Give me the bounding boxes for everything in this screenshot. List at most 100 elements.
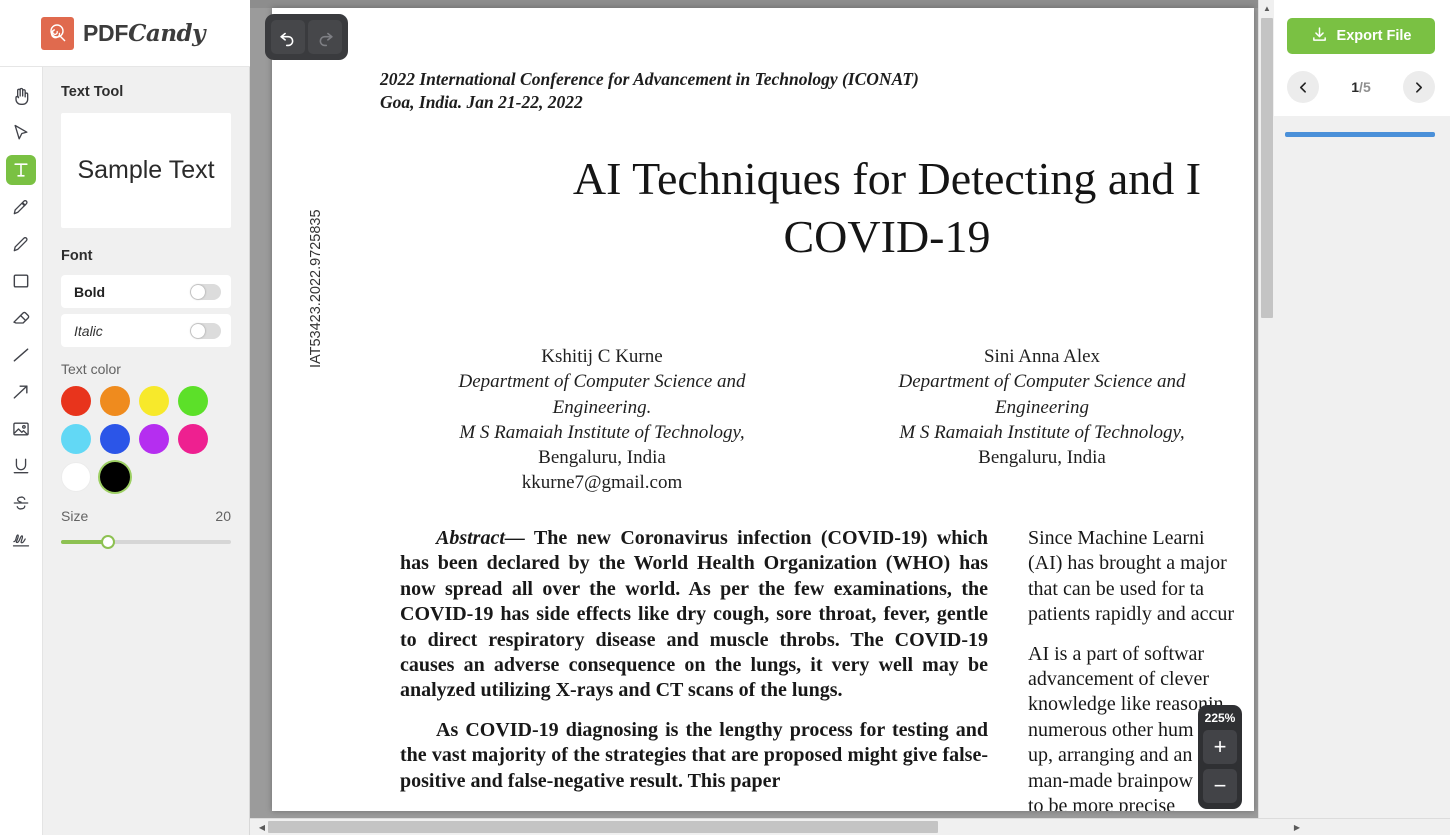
app-title: PDFCandy xyxy=(83,20,205,47)
right-column-line: (AI) has brought a major xyxy=(1028,552,1227,575)
size-slider[interactable] xyxy=(61,535,231,549)
tool-arrow[interactable] xyxy=(6,377,36,407)
color-swatch-orange[interactable] xyxy=(100,386,130,416)
zoom-level-value: 225% xyxy=(1204,711,1236,725)
document-viewport[interactable]: IAT53423.2022.9725835 2022 International… xyxy=(250,0,1274,835)
right-column-line: that can be used for ta xyxy=(1028,577,1205,600)
bold-label: Bold xyxy=(74,283,106,300)
color-swatch-cyan[interactable] xyxy=(61,424,91,454)
left-paragraph-2: As COVID-19 diagnosing is the lengthy pr… xyxy=(400,718,988,792)
right-panel: Export File 1/5 xyxy=(1274,0,1450,835)
tool-hand[interactable] xyxy=(6,81,36,111)
export-file-button[interactable]: Export File xyxy=(1287,18,1435,54)
size-value: 20 xyxy=(215,508,231,524)
sample-text-preview: Sample Text xyxy=(61,113,231,228)
author-2: Sini Anna Alex Department of Computer Sc… xyxy=(822,344,1254,496)
current-page-number: 1 xyxy=(1351,79,1360,95)
author-1: Kshitij C Kurne Department of Computer S… xyxy=(382,344,822,496)
tool-strikethrough[interactable] xyxy=(6,488,36,518)
pdf-page[interactable]: IAT53423.2022.9725835 2022 International… xyxy=(272,8,1254,811)
doi-sidetext: IAT53423.2022.9725835 xyxy=(308,209,324,368)
vertical-scroll-thumb[interactable] xyxy=(1261,18,1273,318)
color-swatch-grid xyxy=(61,386,231,492)
right-column-line: patients rapidly and accur xyxy=(1028,603,1235,626)
tool-image[interactable] xyxy=(6,414,36,444)
prev-page-button[interactable] xyxy=(1287,71,1319,103)
author-2-name: Sini Anna Alex xyxy=(983,346,1101,367)
column-left: Abstract— The new Coronavirus infection … xyxy=(400,526,988,811)
right-column-line: Since Machine Learni xyxy=(1028,527,1205,549)
tool-text[interactable] xyxy=(6,155,36,185)
slider-knob[interactable] xyxy=(100,535,115,549)
bold-toggle-row[interactable]: Bold xyxy=(61,275,231,308)
right-column-paragraph: Since Machine Learni (AI) has brought a m… xyxy=(1028,526,1254,628)
author-1-city: Bengaluru, India xyxy=(538,447,666,469)
scroll-up-arrow-icon[interactable]: ▲ xyxy=(1259,0,1274,16)
author-1-email: kkurne7@gmail.com xyxy=(521,472,683,494)
redo-button[interactable] xyxy=(308,20,343,54)
scroll-right-arrow-icon[interactable]: ▶ xyxy=(1289,819,1305,835)
tool-line[interactable] xyxy=(6,340,36,370)
zoom-in-button[interactable]: + xyxy=(1203,730,1237,764)
undo-redo-bar xyxy=(265,14,348,60)
color-swatch-blue[interactable] xyxy=(100,424,130,454)
tool-select[interactable] xyxy=(6,118,36,148)
body-columns: Abstract— The new Coronavirus infection … xyxy=(400,526,1254,811)
lollipop-icon xyxy=(41,16,74,50)
tool-highlighter[interactable] xyxy=(6,192,36,222)
color-swatch-red[interactable] xyxy=(61,386,91,416)
page-navigator: 1/5 xyxy=(1287,66,1435,108)
app-logo-bar: PDFCandy xyxy=(0,0,250,67)
paper-title-line-2: COVID-19 xyxy=(783,210,991,262)
viewport-top-strip xyxy=(250,0,1274,8)
abstract-paragraph: Abstract— The new Coronavirus infection … xyxy=(400,526,988,704)
brand-bold: PDF xyxy=(83,19,129,46)
author-2-institute: M S Ramaiah Institute of Technology, xyxy=(899,421,1185,443)
total-page-number: 5 xyxy=(1362,79,1371,95)
author-1-dept-1: Department of Computer Science and xyxy=(458,371,746,393)
italic-toggle-row[interactable]: Italic xyxy=(61,314,231,347)
conference-line-2: Goa, India. Jan 21-22, 2022 xyxy=(380,92,583,113)
color-swatch-magenta[interactable] xyxy=(178,424,208,454)
author-2-dept-1: Department of Computer Science and xyxy=(898,371,1186,393)
tool-eraser[interactable] xyxy=(6,303,36,333)
zoom-out-button[interactable]: − xyxy=(1203,769,1237,803)
abstract-label: Abstract— xyxy=(436,527,525,549)
tool-signature[interactable] xyxy=(6,525,36,555)
horizontal-scroll-thumb[interactable] xyxy=(268,821,938,833)
paper-title: AI Techniques for Detecting and I COVID-… xyxy=(382,150,1254,265)
loading-progress-bar xyxy=(1285,132,1435,137)
text-color-label: Text color xyxy=(61,361,121,377)
tool-rectangle[interactable] xyxy=(6,266,36,296)
horizontal-scrollbar[interactable]: ◀ ▶ xyxy=(250,818,1450,835)
abstract-body: The new Coronavirus infection (COVID-19)… xyxy=(400,527,988,702)
next-page-button[interactable] xyxy=(1402,71,1435,103)
zoom-control: 225% + − xyxy=(1198,705,1242,809)
conference-line-1: 2022 International Conference for Advanc… xyxy=(380,69,919,89)
download-icon xyxy=(1311,26,1328,47)
author-2-dept-2: Engineering xyxy=(995,396,1089,418)
undo-button[interactable] xyxy=(270,20,305,54)
size-row: Size 20 xyxy=(61,508,231,524)
tool-underline[interactable] xyxy=(6,451,36,481)
size-label: Size xyxy=(61,508,89,524)
text-tool-panel: Text Tool Sample Text Font Bold Italic T… xyxy=(43,67,250,835)
author-1-name: Kshitij C Kurne xyxy=(541,346,663,367)
page-indicator: 1/5 xyxy=(1351,79,1370,95)
sample-text-value: Sample Text xyxy=(77,156,215,184)
color-swatch-purple[interactable] xyxy=(139,424,169,454)
author-block: Kshitij C Kurne Department of Computer S… xyxy=(382,344,1254,496)
tool-pencil[interactable] xyxy=(6,229,36,259)
italic-label: Italic xyxy=(74,322,103,339)
conference-header: 2022 International Conference for Advanc… xyxy=(380,68,1140,114)
color-swatch-black[interactable] xyxy=(100,462,130,492)
right-column-line: AI is a part of softwar xyxy=(1028,642,1205,665)
page-thumbnail-area xyxy=(1274,116,1450,835)
vertical-scrollbar[interactable]: ▲ ▼ xyxy=(1258,0,1274,835)
color-swatch-green[interactable] xyxy=(178,386,208,416)
color-swatch-white[interactable] xyxy=(61,462,91,492)
bold-toggle-switch[interactable] xyxy=(190,283,221,300)
paper-title-line-1: AI Techniques for Detecting and I xyxy=(572,153,1202,204)
color-swatch-yellow[interactable] xyxy=(139,386,169,416)
italic-toggle-switch[interactable] xyxy=(190,322,221,339)
